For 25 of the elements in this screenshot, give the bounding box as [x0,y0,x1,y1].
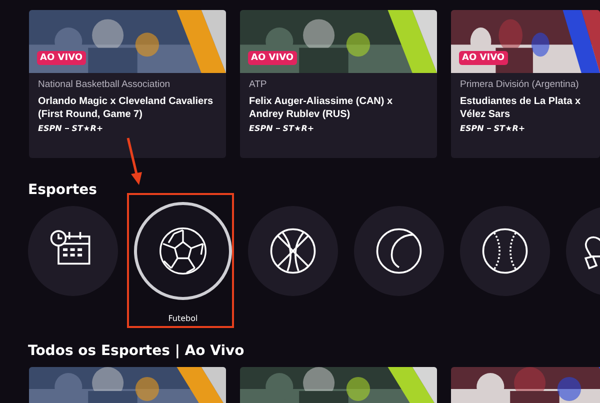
live-badge: AO VIVO [37,51,86,65]
league-name: ATP [249,79,268,90]
section-title: Todos os Esportes | Ao Vivo [28,343,246,359]
event-card[interactable]: AO VIVO National Basketball Association Orlando Magic x Cleveland Cavaliers (First Round, Game 7) ESPN ST★R+ [29,10,226,158]
sport-label: Futebol [168,314,198,323]
live-badge: AO VIVO [459,51,508,65]
annotation-arrow [124,136,144,186]
provider-logo: ST★R+ [494,124,526,133]
event-title: Felix Auger-Aliassime (CAN) x Andrey Rublev (RUS) [249,95,394,121]
separator-icon [486,128,491,129]
event-title: Estudiantes de La Plata x Vélez Sars [460,95,582,121]
live-badge: AO VIVO [248,51,297,65]
event-card[interactable]: AO VIVO ATP Felix Auger-Aliassime (CAN) x Andrey Rublev (RUS) ESPN ST★R+ [240,10,437,158]
league-name: National Basketball Association [38,79,172,90]
separator-icon [64,128,69,129]
provider-logo: ESPN [249,124,273,133]
separator-icon [276,128,280,129]
provider-logo: ESPN [38,124,62,133]
league-name: Primera División (Argentina) [460,79,580,90]
event-title: Orlando Magic x Cleveland Cavaliers (First Round, Game 7) [38,95,214,121]
section-title: Esportes [28,182,98,198]
event-card[interactable]: AO VIVO Primera División (Argentina) Estudiantes de La Plata x Vélez Sars ESPN ST★R+ [451,10,600,158]
provider-logo: ST★R+ [72,124,104,133]
provider-logo: ESPN [460,124,484,133]
provider-logo: ST★R+ [282,124,314,133]
